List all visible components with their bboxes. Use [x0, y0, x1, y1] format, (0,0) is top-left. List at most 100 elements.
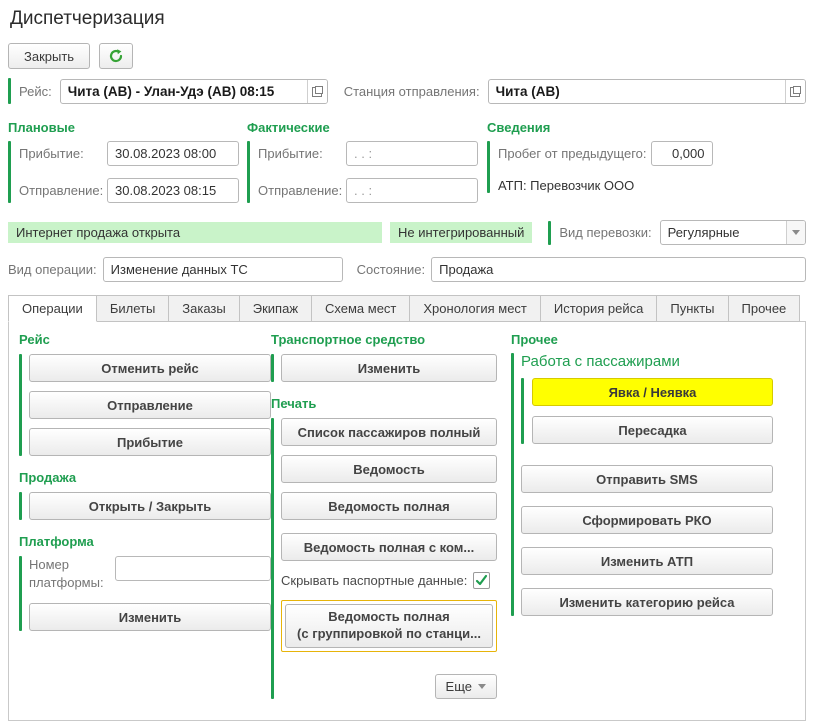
grouped-button-line2: (с группировкой по станци...: [297, 626, 481, 643]
accent-bar: [8, 141, 11, 203]
actual-arrival-placeholder: . . :: [354, 146, 477, 161]
planned-group: Плановые Прибытие: 30.08.2023 08:00 Отпр…: [8, 120, 247, 203]
create-rko-button[interactable]: Сформировать РКО: [521, 506, 773, 534]
platform-section: Платформа Номер платформы: Изменить: [19, 534, 271, 631]
hide-passport-label: Скрывать паспортные данные:: [281, 573, 467, 588]
sale-section: Продажа Открыть / Закрыть: [19, 470, 271, 520]
operation-kind-label: Вид операции:: [8, 262, 97, 277]
transport-kind-select[interactable]: Регулярные: [660, 220, 806, 245]
hide-passport-checkbox[interactable]: [473, 572, 490, 589]
tab-tickets[interactable]: Билеты: [97, 295, 169, 322]
send-sms-button[interactable]: Отправить SMS: [521, 465, 773, 493]
refresh-button[interactable]: [99, 43, 133, 69]
state-field[interactable]: Продажа: [431, 257, 806, 282]
platform-number-input[interactable]: [115, 556, 271, 581]
transport-kind-value: Регулярные: [668, 225, 786, 240]
integration-status: Не интегрированный: [390, 222, 532, 243]
accent-bar: [271, 418, 274, 699]
station-label: Станция отправления:: [344, 84, 480, 99]
accent-bar: [247, 141, 250, 203]
atp-text: АТП: Перевозчик ООО: [498, 178, 634, 193]
panel-column-trip: Рейс Отменить рейс Отправление Прибытие …: [19, 332, 271, 720]
state-value: Продажа: [439, 262, 805, 277]
open-form-icon: [312, 86, 323, 97]
panel-column-other: Прочее Работа с пассажирами Явка / Неявк…: [511, 332, 795, 720]
details-title: Сведения: [487, 120, 806, 135]
mileage-label: Пробег от предыдущего:: [498, 146, 647, 161]
station-value: Чита (АВ): [496, 84, 785, 99]
accent-bar: [19, 492, 22, 520]
print-sheet-button[interactable]: Ведомость: [281, 455, 497, 483]
accent-bar: [19, 354, 22, 456]
close-button[interactable]: Закрыть: [8, 43, 90, 69]
trip-section-title: Рейс: [19, 332, 271, 347]
trip-label: Рейс:: [19, 84, 52, 99]
change-platform-button[interactable]: Изменить: [29, 603, 271, 631]
actual-group: Фактические Прибытие: . . : Отправление:…: [247, 120, 487, 203]
chevron-down-icon: [478, 684, 486, 689]
attendance-button[interactable]: Явка / Неявка: [532, 378, 773, 406]
details-group: Сведения Пробег от предыдущего: 0,000 АТ…: [487, 120, 806, 203]
station-field[interactable]: Чита (АВ): [488, 79, 806, 104]
tab-points[interactable]: Пункты: [657, 295, 728, 322]
actual-arrival-label: Прибытие:: [258, 146, 342, 161]
change-vehicle-button[interactable]: Изменить: [281, 354, 497, 382]
sale-section-title: Продажа: [19, 470, 271, 485]
tab-trip-history[interactable]: История рейса: [541, 295, 657, 322]
transport-kind-label: Вид перевозки:: [559, 225, 651, 240]
mileage-field[interactable]: 0,000: [651, 141, 713, 166]
checkmark-icon: [475, 574, 488, 587]
more-button-label: Еще: [446, 679, 472, 694]
actual-arrival-field[interactable]: . . :: [346, 141, 478, 166]
transfer-button[interactable]: Пересадка: [532, 416, 773, 444]
focused-button-ring: Ведомость полная (с группировкой по стан…: [281, 600, 497, 652]
operation-kind-field[interactable]: Изменение данных ТС: [103, 257, 343, 282]
planned-departure-value: 30.08.2023 08:15: [115, 183, 238, 198]
transport-kind-dropdown-button[interactable]: [786, 221, 805, 244]
operation-kind-value: Изменение данных ТС: [111, 262, 342, 277]
change-atp-button[interactable]: Изменить АТП: [521, 547, 773, 575]
trip-field[interactable]: Чита (АВ) - Улан-Удэ (АВ) 08:15: [60, 79, 328, 104]
print-sheet-full-comment-button[interactable]: Ведомость полная с ком...: [281, 533, 497, 561]
passengers-group-title: Работа с пассажирами: [521, 353, 773, 370]
cancel-trip-button[interactable]: Отменить рейс: [29, 354, 271, 382]
station-open-button[interactable]: [785, 80, 805, 103]
planned-arrival-label: Прибытие:: [19, 146, 103, 161]
toolbar: Закрыть: [8, 43, 814, 69]
state-label: Состояние:: [357, 262, 425, 277]
planned-departure-label: Отправление:: [19, 183, 103, 198]
tab-crew[interactable]: Экипаж: [240, 295, 312, 322]
planned-departure-field[interactable]: 30.08.2023 08:15: [107, 178, 239, 203]
planned-arrival-value: 30.08.2023 08:00: [115, 146, 238, 161]
more-button[interactable]: Еще: [435, 674, 497, 699]
departure-button[interactable]: Отправление: [29, 391, 271, 419]
change-trip-category-button[interactable]: Изменить категорию рейса: [521, 588, 773, 616]
print-passenger-list-button[interactable]: Список пассажиров полный: [281, 418, 497, 446]
tab-seat-map[interactable]: Схема мест: [312, 295, 410, 322]
mileage-value: 0,000: [672, 146, 705, 161]
print-sheet-grouped-button[interactable]: Ведомость полная (с группировкой по стан…: [285, 604, 493, 648]
planned-title: Плановые: [8, 120, 247, 135]
refresh-icon: [108, 48, 124, 64]
accent-bar: [511, 353, 514, 616]
tab-seat-chronology[interactable]: Хронология мест: [410, 295, 541, 322]
actual-departure-field[interactable]: . . :: [346, 178, 478, 203]
vehicle-section-title: Транспортное средство: [271, 332, 511, 347]
trip-section: Рейс Отменить рейс Отправление Прибытие: [19, 332, 271, 456]
tab-bar: Операции Билеты Заказы Экипаж Схема мест…: [8, 295, 814, 322]
tab-other[interactable]: Прочее: [729, 295, 801, 322]
planned-arrival-field[interactable]: 30.08.2023 08:00: [107, 141, 239, 166]
platform-number-label: Номер платформы:: [29, 556, 109, 591]
accent-bar: [521, 378, 524, 444]
accent-bar: [548, 221, 551, 245]
vehicle-section: Транспортное средство Изменить: [271, 332, 511, 382]
open-close-sale-button[interactable]: Открыть / Закрыть: [29, 492, 271, 520]
tab-operations[interactable]: Операции: [8, 295, 97, 322]
status-row: Интернет продажа открыта Не интегрирован…: [8, 220, 806, 245]
print-sheet-full-button[interactable]: Ведомость полная: [281, 492, 497, 520]
other-section-title: Прочее: [511, 332, 795, 347]
arrival-button[interactable]: Прибытие: [29, 428, 271, 456]
trip-open-button[interactable]: [307, 80, 327, 103]
chevron-down-icon: [792, 230, 800, 235]
tab-orders[interactable]: Заказы: [169, 295, 239, 322]
